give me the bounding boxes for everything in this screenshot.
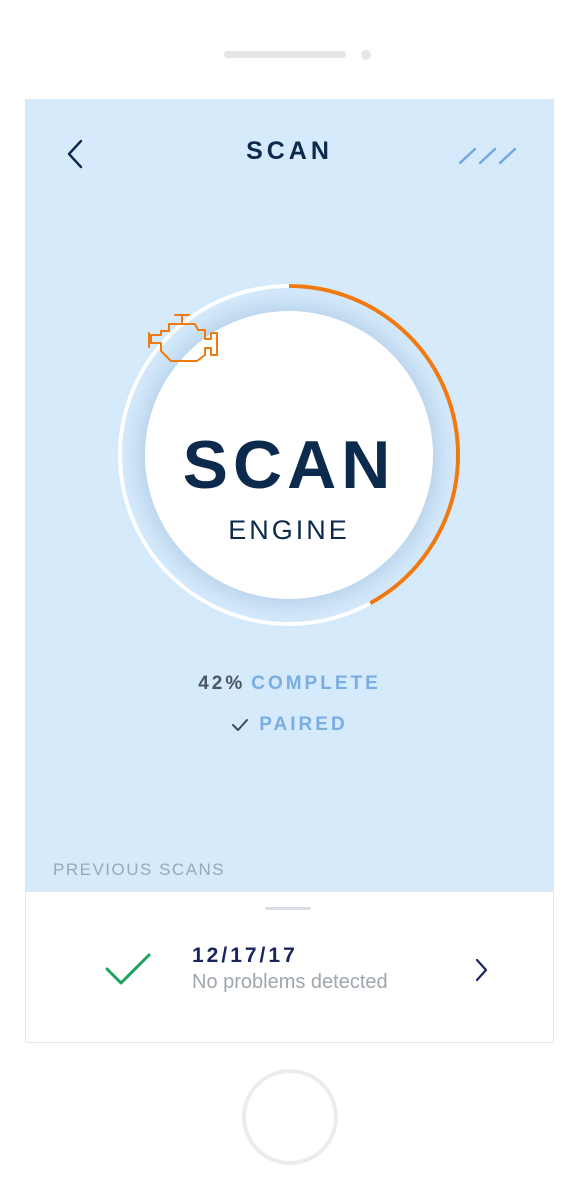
- scan-result: No problems detected: [192, 971, 388, 993]
- drag-handle[interactable]: [265, 907, 311, 910]
- engine-label: ENGINE: [228, 515, 350, 545]
- scan-heading: SCAN: [182, 427, 396, 503]
- previous-scans-label: PREVIOUS SCANS: [53, 860, 226, 879]
- check-engine-icon: [148, 314, 218, 362]
- paired-label: PAIRED: [259, 714, 348, 735]
- home-button[interactable]: [242, 1069, 338, 1165]
- progress-complete-label: COMPLETE: [251, 673, 381, 694]
- menu-slashes-icon: [458, 147, 517, 165]
- progress-percent: 42%: [198, 673, 246, 694]
- check-icon: [232, 718, 249, 731]
- scan-screen: SCAN SCAN ENGINE 42% COMPLETE PAIRED PRE…: [25, 99, 554, 1043]
- scan-progress-dial: SCAN ENGINE: [113, 279, 473, 639]
- previous-scan-item[interactable]: 12/17/17 No problems detected: [26, 922, 553, 1022]
- menu-button[interactable]: [457, 145, 521, 167]
- phone-speaker: [224, 51, 346, 58]
- previous-scans-card: 12/17/17 No problems detected: [25, 891, 554, 1043]
- scan-engine-button[interactable]: SCAN ENGINE: [145, 311, 433, 599]
- success-check-icon: [105, 953, 151, 985]
- chevron-right-icon: [475, 958, 488, 982]
- progress-status: 42% COMPLETE: [25, 673, 554, 695]
- phone-camera: [361, 50, 371, 60]
- scan-date: 12/17/17: [192, 944, 298, 967]
- paired-status: PAIRED: [25, 714, 554, 736]
